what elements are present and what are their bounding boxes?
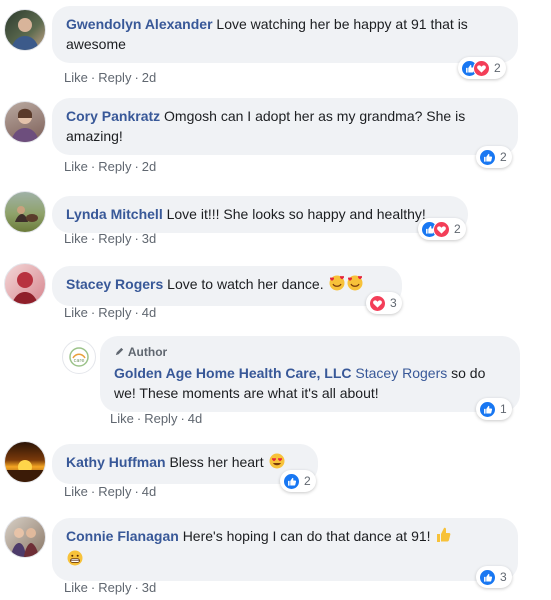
timestamp[interactable]: 2d [142,159,156,174]
comment-bubble: Connie Flanagan Here's hoping I can do t… [52,518,518,581]
reaction-count[interactable]: 3 [476,566,512,588]
reaction-count[interactable]: 2 [476,146,512,168]
comment-text: Here's hoping I can do that dance at 91! [182,528,431,544]
like-icon [479,148,496,166]
reaction-count[interactable]: 2 [280,470,316,492]
timestamp[interactable]: 3d [142,580,156,595]
love-icon [369,294,386,312]
timestamp[interactable]: 4d [142,484,156,499]
like-icon [479,400,496,418]
reply-link[interactable]: Reply [98,159,131,174]
smiling-face-with-hearts-emoji [346,274,364,297]
comment-actions: Like · Reply · 4d [64,484,157,499]
like-link[interactable]: Like [64,70,88,85]
reply-link[interactable]: Reply [98,580,131,595]
comment-bubble: Gwendolyn Alexander Love watching her be… [52,6,518,63]
like-icon [283,472,300,490]
reaction-count[interactable]: 1 [476,398,512,420]
avatar[interactable] [4,441,46,483]
comment-actions: Like · Reply · 2d [64,70,157,85]
comment-text: Love to watch her dance. [167,276,324,292]
avatar[interactable]: care [62,340,96,374]
like-link[interactable]: Like [64,484,88,499]
comment-bubble: Kathy Huffman Bless her heart [52,444,318,484]
pencil-icon [114,345,125,359]
avatar[interactable] [4,516,46,558]
timestamp[interactable]: 2d [142,70,156,85]
comment-bubble: Author Golden Age Home Health Care, LLC … [100,336,520,412]
commenter-name[interactable]: Lynda Mitchell [66,206,163,222]
comment-bubble: Lynda Mitchell Love it!!! She looks so h… [52,196,468,233]
like-link[interactable]: Like [64,159,88,174]
reply-link[interactable]: Reply [98,70,131,85]
avatar[interactable] [4,263,46,305]
thumbs-up-emoji [434,526,452,549]
like-link[interactable]: Like [110,411,134,426]
comment-actions: Like · Reply · 2d [64,159,157,174]
like-link[interactable]: Like [64,305,88,320]
reaction-count[interactable]: 2 [458,57,506,79]
reply-link[interactable]: Reply [98,484,131,499]
like-link[interactable]: Like [64,231,88,246]
timestamp[interactable]: 4d [188,411,202,426]
avatar[interactable] [4,191,46,233]
grinning-emoji [66,549,84,572]
timestamp[interactable]: 4d [142,305,156,320]
avatar[interactable] [4,101,46,143]
comment-bubble: Stacey Rogers Love to watch her dance. [52,266,402,306]
commenter-name[interactable]: Stacey Rogers [66,276,163,292]
author-badge: Author [114,342,506,362]
commenter-name[interactable]: Kathy Huffman [66,454,166,470]
love-icon [433,220,450,238]
svg-text:care: care [74,358,85,364]
comment-actions: Like · Reply · 4d [110,411,203,426]
comment-actions: Like · Reply · 3d [64,231,157,246]
smiling-face-with-hearts-emoji [328,274,346,297]
reply-link[interactable]: Reply [98,231,131,246]
like-link[interactable]: Like [64,580,88,595]
reaction-count[interactable]: 2 [418,218,466,240]
comment-actions: Like · Reply · 4d [64,305,157,320]
heart-eyes-emoji [268,452,286,475]
tagged-user[interactable]: Stacey Rogers [355,365,447,381]
comment-bubble: Cory Pankratz Omgosh can I adopt her as … [52,98,518,155]
reaction-count[interactable]: 3 [366,292,402,314]
comment-text: Bless her heart [169,454,264,470]
comment-text: Love it!!! She looks so happy and health… [166,206,426,222]
timestamp[interactable]: 3d [142,231,156,246]
like-icon [479,568,496,586]
reply-link[interactable]: Reply [144,411,177,426]
commenter-name[interactable]: Cory Pankratz [66,108,160,124]
avatar[interactable] [4,9,46,51]
comment-actions: Like · Reply · 3d [64,580,157,595]
commenter-name[interactable]: Golden Age Home Health Care, LLC [114,365,352,381]
commenter-name[interactable]: Gwendolyn Alexander [66,16,213,32]
commenter-name[interactable]: Connie Flanagan [66,528,179,544]
love-icon [473,59,490,77]
reply-link[interactable]: Reply [98,305,131,320]
